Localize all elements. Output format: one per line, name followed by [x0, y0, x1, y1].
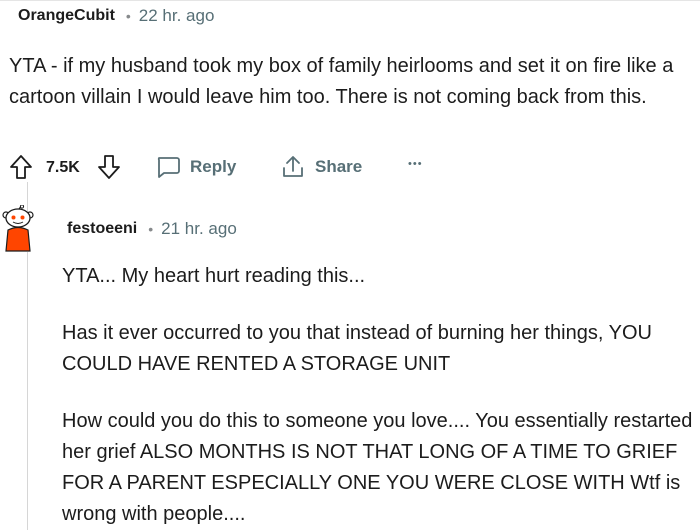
share-label: Share: [315, 157, 363, 176]
reply-label: Reply: [190, 157, 237, 176]
comment-header: OrangeCubit • 22 hr. ago: [18, 6, 214, 26]
meta-separator: •: [125, 8, 131, 24]
comment-header: festoeeni • 21 hr. ago: [67, 219, 237, 239]
comment-timestamp[interactable]: 22 hr. ago: [139, 6, 215, 26]
meta-separator: •: [148, 221, 154, 237]
more-options-button[interactable]: •••: [408, 158, 423, 170]
comment-paragraph: Has it ever occurred to you that instead…: [62, 322, 652, 375]
comment-body: YTA... My heart hurt reading this... Has…: [62, 261, 694, 530]
comment-action-bar: 7.5K Reply Share •••: [9, 150, 439, 186]
share-icon: [280, 154, 306, 180]
avatar[interactable]: [0, 204, 36, 253]
top-divider: [0, 0, 700, 1]
thread-line-child[interactable]: [27, 252, 28, 530]
comment-paragraph: YTA... My heart hurt reading this...: [62, 265, 366, 287]
upvote-arrow-icon[interactable]: [9, 154, 33, 185]
vote-score: 7.5K: [46, 159, 80, 176]
comment-body: YTA - if my husband took my box of famil…: [9, 51, 689, 113]
reply-button[interactable]: Reply: [155, 154, 236, 180]
comment-text: YTA - if my husband took my box of famil…: [9, 55, 674, 108]
comment-paragraph: How could you do this to someone you lov…: [62, 410, 693, 525]
comment-author[interactable]: OrangeCubit: [18, 7, 115, 25]
comment-author[interactable]: festoeeni: [67, 220, 137, 238]
downvote-arrow-icon[interactable]: [97, 154, 121, 185]
share-button[interactable]: Share: [280, 154, 362, 180]
reply-bubble-icon: [155, 154, 181, 180]
comment-timestamp[interactable]: 21 hr. ago: [161, 219, 237, 239]
